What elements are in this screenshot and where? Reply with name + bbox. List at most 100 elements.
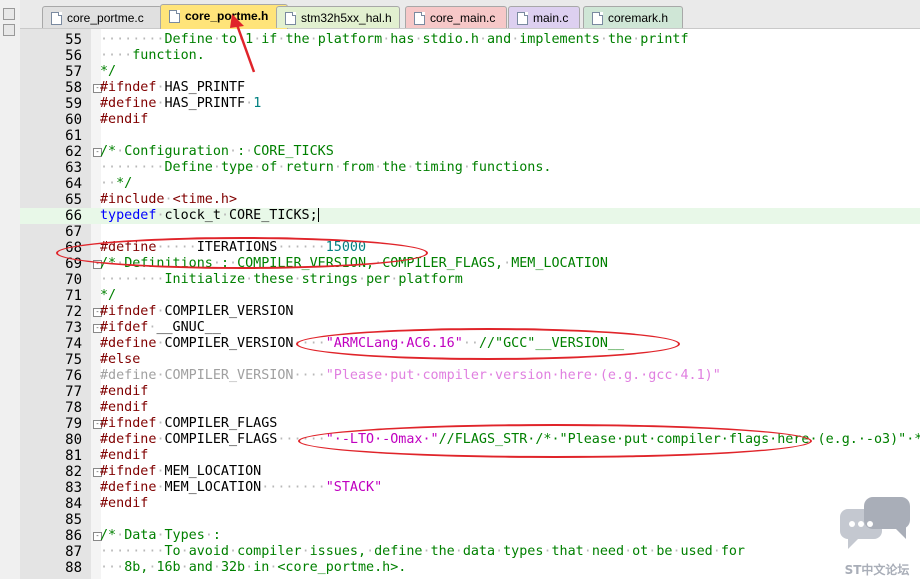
- code-text: #ifndef·COMPILER_VERSION: [100, 304, 294, 319]
- line-number: 70: [65, 272, 82, 288]
- tab-stm32h5xx-hal-h[interactable]: stm32h5xx_hal.h: [276, 6, 400, 28]
- watermark-logo: ST中文论坛: [838, 495, 916, 577]
- code-line[interactable]: 66 typedef·clock_t·CORE_TICKS;: [20, 208, 920, 224]
- line-number: 77: [65, 384, 82, 400]
- line-number: 83: [65, 480, 82, 496]
- code-text: ········To·avoid·compiler·issues,·define…: [100, 544, 745, 559]
- code-line[interactable]: 64 ··*/: [20, 176, 920, 192]
- code-text: ····function.: [100, 48, 205, 63]
- code-line[interactable]: 78 #endif: [20, 400, 920, 416]
- code-text: ········Initialize·these·strings·per·pla…: [100, 272, 463, 287]
- code-line[interactable]: 77 #endif: [20, 384, 920, 400]
- code-text: */: [100, 64, 117, 79]
- code-text: #ifdef·__GNUC__: [100, 320, 221, 335]
- file-icon: [169, 10, 180, 23]
- code-text: #ifndef·HAS_PRINTF: [100, 80, 246, 95]
- line-number: 75: [65, 352, 82, 368]
- line-number: 76: [65, 368, 82, 384]
- code-text: #else: [100, 352, 141, 367]
- code-text: typedef·clock_t·CORE_TICKS;: [100, 208, 319, 223]
- code-text: #endif: [100, 112, 149, 127]
- annotation-ellipse-compiler-flags: [298, 424, 812, 458]
- panel-toggle-icon[interactable]: [3, 8, 15, 20]
- code-line[interactable]: 86-/*·Data·Types·:: [20, 528, 920, 544]
- code-line[interactable]: 88 ···8b,·16b·and·32b·in·<core_portme.h>.: [20, 560, 920, 576]
- left-panel-strip: [0, 0, 21, 579]
- line-number: 65: [65, 192, 82, 208]
- code-text: #endif: [100, 400, 149, 415]
- line-number: 79: [65, 416, 82, 432]
- file-icon: [285, 12, 296, 25]
- line-number: 67: [65, 224, 82, 240]
- code-text: /*·Data·Types·:: [100, 528, 221, 543]
- watermark-text: ST中文论坛: [844, 563, 910, 577]
- code-line[interactable]: 62-/*·Configuration·:·CORE_TICKS: [20, 144, 920, 160]
- file-icon: [414, 12, 425, 25]
- line-number: 86: [65, 528, 82, 544]
- file-tab-bar: core_portme.c core_portme.h stm32h5xx_ha…: [20, 0, 920, 29]
- code-line[interactable]: 84 #endif: [20, 496, 920, 512]
- code-text: #define·COMPILER_VERSION····"Please·put·…: [100, 368, 721, 383]
- code-editor[interactable]: 55 ········Define·to·1·if·the·platform·ha…: [20, 29, 920, 579]
- line-number: 72: [65, 304, 82, 320]
- line-number: 63: [65, 160, 82, 176]
- code-line[interactable]: 56 ····function.: [20, 48, 920, 64]
- tab-coremark-h[interactable]: coremark.h: [583, 6, 683, 28]
- code-line[interactable]: 63 ········Define·type·of·return·from·the…: [20, 160, 920, 176]
- code-text: ··*/: [100, 176, 133, 191]
- file-icon: [592, 12, 603, 25]
- text-caret: [317, 208, 319, 222]
- line-number: 62: [65, 144, 82, 160]
- line-number: 78: [65, 400, 82, 416]
- panel-toggle-icon[interactable]: [3, 24, 15, 36]
- tab-core-portme-h[interactable]: core_portme.h: [160, 4, 288, 29]
- line-number: 88: [65, 560, 82, 576]
- code-line[interactable]: 61: [20, 128, 920, 144]
- chat-bubble-icon: [840, 497, 910, 549]
- line-number: 74: [65, 336, 82, 352]
- code-text: #define·MEM_LOCATION········"STACK": [100, 480, 383, 495]
- code-line[interactable]: 60 #endif: [20, 112, 920, 128]
- line-number: 87: [65, 544, 82, 560]
- tab-core-portme-c[interactable]: core_portme.c: [42, 6, 162, 28]
- line-number: 60: [65, 112, 82, 128]
- tab-main-c[interactable]: main.c: [508, 6, 580, 28]
- line-number: 61: [65, 128, 82, 144]
- line-number: 55: [65, 32, 82, 48]
- code-line[interactable]: 70 ········Initialize·these·strings·per·p…: [20, 272, 920, 288]
- code-text: #endif: [100, 496, 149, 511]
- code-line[interactable]: 59 #define·HAS_PRINTF·1: [20, 96, 920, 112]
- code-line[interactable]: 85: [20, 512, 920, 528]
- file-icon: [517, 12, 528, 25]
- line-number: 64: [65, 176, 82, 192]
- code-text: ········Define·to·1·if·the·platform·has·…: [100, 32, 689, 47]
- code-text: */: [100, 288, 117, 303]
- annotation-ellipse-iterations: [56, 237, 428, 269]
- code-text: #include·<time.h>: [100, 192, 238, 207]
- code-line[interactable]: 82- #ifndef·MEM_LOCATION: [20, 464, 920, 480]
- code-text: #endif: [100, 384, 149, 399]
- line-number: 58: [65, 80, 82, 96]
- code-text: ········Define·type·of·return·from·the·t…: [100, 160, 552, 175]
- line-number: 56: [65, 48, 82, 64]
- line-number: 82: [65, 464, 82, 480]
- code-line[interactable]: 55 ········Define·to·1·if·the·platform·ha…: [20, 32, 920, 48]
- code-text: ···8b,·16b·and·32b·in·<core_portme.h>.: [100, 560, 407, 575]
- code-line[interactable]: 67: [20, 224, 920, 240]
- code-line[interactable]: 87 ········To·avoid·compiler·issues,·defi…: [20, 544, 920, 560]
- code-line[interactable]: 83 #define·MEM_LOCATION········"STACK": [20, 480, 920, 496]
- code-line[interactable]: 72- #ifndef·COMPILER_VERSION: [20, 304, 920, 320]
- line-number: 81: [65, 448, 82, 464]
- code-line[interactable]: 58- #ifndef·HAS_PRINTF: [20, 80, 920, 96]
- code-line[interactable]: 76 #define·COMPILER_VERSION····"Please·pu…: [20, 368, 920, 384]
- line-number: 66: [65, 208, 82, 224]
- code-text: #ifndef·COMPILER_FLAGS: [100, 416, 278, 431]
- line-number: 80: [65, 432, 82, 448]
- code-line[interactable]: 65 #include·<time.h>: [20, 192, 920, 208]
- code-line[interactable]: 71 */: [20, 288, 920, 304]
- tab-core-main-c[interactable]: core_main.c: [405, 6, 507, 28]
- line-number: 85: [65, 512, 82, 528]
- annotation-ellipse-compiler-version: [296, 328, 680, 360]
- file-icon: [51, 12, 62, 25]
- code-line[interactable]: 57 */: [20, 64, 920, 80]
